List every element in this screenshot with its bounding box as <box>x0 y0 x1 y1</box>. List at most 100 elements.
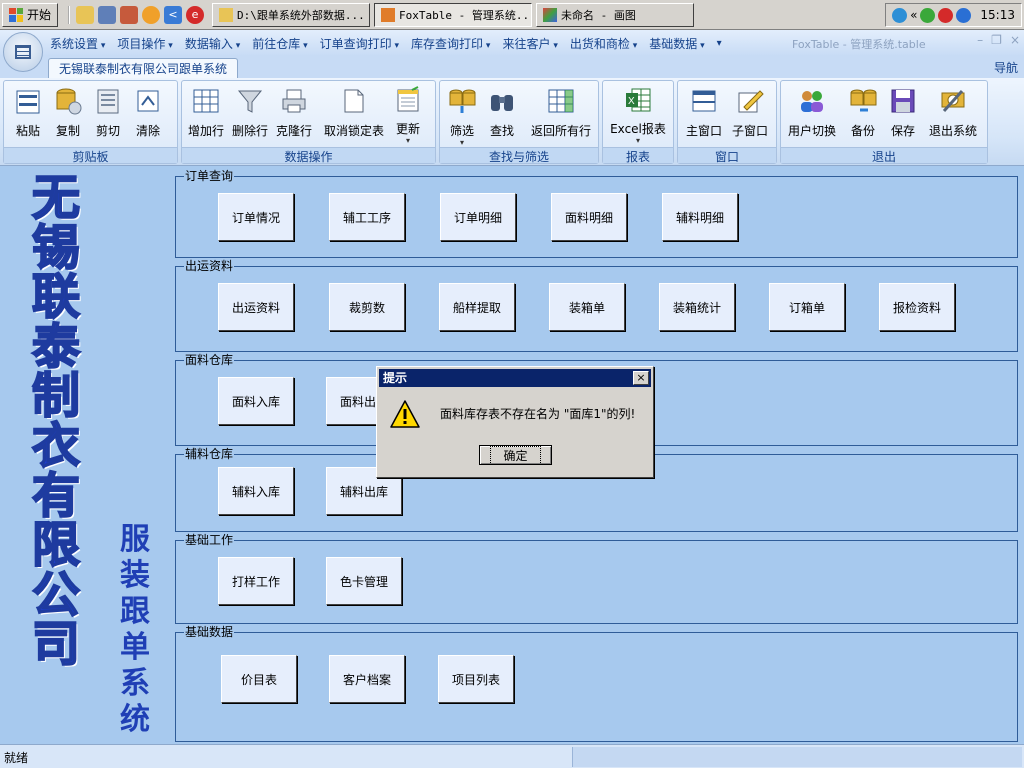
group-label: 查找与筛选 <box>440 147 598 164</box>
shipment-sample-button[interactable]: 船样提取 <box>439 283 515 331</box>
order-status-button[interactable]: 订单情况 <box>218 193 294 241</box>
group-exit: 用户切换 备份 保存 退出系统 退出 <box>780 80 988 164</box>
fabric-in-button[interactable]: 面料入库 <box>218 377 294 425</box>
close-window-button[interactable]: × <box>1010 33 1020 47</box>
inspection-docs-button[interactable]: 报检资料 <box>879 283 955 331</box>
shipping-info-button[interactable]: 出运资料 <box>218 283 294 331</box>
system-subtitle: 服 装 跟 单 系 统 <box>120 522 150 737</box>
minimize-button[interactable]: – <box>977 33 983 47</box>
find-button[interactable]: 查找 <box>482 84 522 144</box>
app-menu-button[interactable] <box>3 32 43 72</box>
sampling-work-button[interactable]: 打样工作 <box>218 557 294 605</box>
folder-icon[interactable] <box>76 5 95 24</box>
cutting-count-button[interactable]: 裁剪数 <box>329 283 405 331</box>
container-order-button[interactable]: 订箱单 <box>769 283 845 331</box>
aux-process-button[interactable]: 辅工工序 <box>329 193 405 241</box>
foxtable-icon <box>381 7 396 22</box>
group-label: 数据操作 <box>182 147 435 164</box>
users-icon <box>797 86 827 116</box>
accessory-detail-button[interactable]: 辅料明细 <box>662 193 738 241</box>
network-icon[interactable] <box>892 7 908 23</box>
task-foxtable[interactable]: FoxTable - 管理系统... <box>374 2 533 27</box>
binoculars-icon <box>487 86 517 116</box>
add-row-button[interactable]: 增加行 <box>186 84 226 144</box>
filter-button[interactable]: 筛选 ▾ <box>442 84 482 147</box>
menu-system-settings[interactable]: 系统设置 <box>50 35 105 52</box>
tray-chevron[interactable]: « <box>910 8 917 22</box>
packing-list-button[interactable]: 装箱单 <box>549 283 625 331</box>
taskbar: 开始 < e D:\跟单系统外部数据... FoxTable - 管理系统...… <box>0 0 1024 30</box>
section-shipping: 出运资料 出运资料 裁剪数 船样提取 装箱单 装箱统计 订箱单 报检资料 <box>175 259 1018 352</box>
ie-icon[interactable] <box>920 7 936 23</box>
menubar: 系统设置 项目操作 数据输入 前往仓库 订单查询打印 库存查询打印 来往客户 出… <box>0 30 1024 56</box>
order-detail-button[interactable]: 订单明细 <box>440 193 516 241</box>
section-order-query: 订单查询 订单情况 辅工工序 订单明细 面料明细 辅料明细 <box>175 169 1018 258</box>
shield-icon[interactable] <box>956 7 972 23</box>
chevron-down-icon: ▾ <box>459 138 464 147</box>
menu-stock-print[interactable]: 库存查询打印 <box>411 35 490 52</box>
menu-customers[interactable]: 来往客户 <box>502 35 557 52</box>
color-card-button[interactable]: 色卡管理 <box>326 557 402 605</box>
paint-icon <box>543 7 558 22</box>
main-window-button[interactable]: 主窗口 <box>682 84 726 144</box>
packing-stats-button[interactable]: 装箱统计 <box>659 283 735 331</box>
start-button[interactable]: 开始 <box>2 2 59 27</box>
backup-button[interactable]: 备份 <box>843 84 883 144</box>
save-button[interactable]: 保存 <box>883 84 923 144</box>
group-window: 主窗口 子窗口 窗口 <box>677 80 777 164</box>
status-text: 就绪 <box>4 751 29 765</box>
menu-base-data[interactable]: 基础数据 <box>649 35 704 52</box>
group-find-filter: 筛选 ▾ 查找 返回所有行 查找与筛选 <box>439 80 599 164</box>
antivirus-icon[interactable] <box>938 7 954 23</box>
chevron-down-icon: ▾ <box>405 136 410 145</box>
section-basic-data: 基础数据 价目表 客户档案 项目列表 <box>175 625 1018 742</box>
menu-order-print[interactable]: 订单查询打印 <box>320 35 399 52</box>
show-all-rows-button[interactable]: 返回所有行 <box>526 84 596 144</box>
cut-button[interactable]: 剪切 <box>88 84 128 144</box>
copy-button[interactable]: 复制 <box>48 84 88 144</box>
unlock-table-button[interactable]: 取消锁定表 <box>324 84 384 144</box>
group-label: 窗口 <box>678 147 776 164</box>
table-arrow-icon <box>546 86 576 116</box>
clear-button[interactable]: 清除 <box>128 84 168 144</box>
sub-window-button[interactable]: 子窗口 <box>728 84 772 144</box>
disk-icon[interactable] <box>98 5 117 24</box>
group-clipboard: 粘贴 复制 剪切 清除 剪贴板 <box>3 80 178 164</box>
arrow-icon[interactable]: < <box>164 5 183 24</box>
task-paint[interactable]: 未命名 - 画图 <box>536 2 695 27</box>
customer-file-button[interactable]: 客户档案 <box>329 655 405 703</box>
switch-user-button[interactable]: 用户切换 <box>787 84 837 144</box>
nav-link[interactable]: 导航 <box>994 59 1018 76</box>
antivirus-icon[interactable]: e <box>186 5 205 24</box>
status-bar: 就绪 <box>0 744 1024 768</box>
table-grid-icon <box>191 86 221 116</box>
chart-icon[interactable] <box>120 5 139 24</box>
accessory-in-button[interactable]: 辅料入库 <box>218 467 294 515</box>
paste-button[interactable]: 粘贴 <box>8 84 48 144</box>
fabric-detail-button[interactable]: 面料明细 <box>551 193 627 241</box>
menu-go-warehouse[interactable]: 前往仓库 <box>252 35 307 52</box>
company-title: 无 锡 联 泰 制 衣 有 限 公 司 <box>31 170 81 673</box>
menu-more[interactable]: ▾ <box>717 38 722 49</box>
delete-row-button[interactable]: 删除行 <box>230 84 270 144</box>
ok-button[interactable]: 确定 <box>479 445 552 465</box>
price-list-button[interactable]: 价目表 <box>221 655 297 703</box>
printer-icon <box>279 86 309 116</box>
chevron-down-icon: ▾ <box>635 136 640 145</box>
task-explorer[interactable]: D:\跟单系统外部数据... <box>212 2 371 27</box>
tab-main[interactable]: 无锡联泰制衣有限公司跟单系统 <box>48 58 239 78</box>
clone-row-button[interactable]: 克隆行 <box>274 84 314 144</box>
menu-data-input[interactable]: 数据输入 <box>185 35 240 52</box>
project-list-button[interactable]: 项目列表 <box>438 655 514 703</box>
menu-project-ops[interactable]: 项目操作 <box>117 35 172 52</box>
group-label: 剪贴板 <box>4 147 177 164</box>
exit-system-button[interactable]: 退出系统 <box>925 84 981 144</box>
dialog-close-button[interactable]: × <box>633 371 649 385</box>
group-data-ops: 增加行 删除行 克隆行 取消锁定表 更新 ▾ 数据操作 <box>181 80 436 164</box>
smiley-icon[interactable] <box>142 5 161 24</box>
excel-report-button[interactable]: X Excel报表 ▾ <box>609 84 667 145</box>
paste-icon <box>13 86 43 116</box>
menu-shipping[interactable]: 出货和商检 <box>570 35 637 52</box>
update-button[interactable]: 更新 ▾ <box>388 84 428 145</box>
restore-button[interactable]: ❐ <box>991 33 1002 47</box>
